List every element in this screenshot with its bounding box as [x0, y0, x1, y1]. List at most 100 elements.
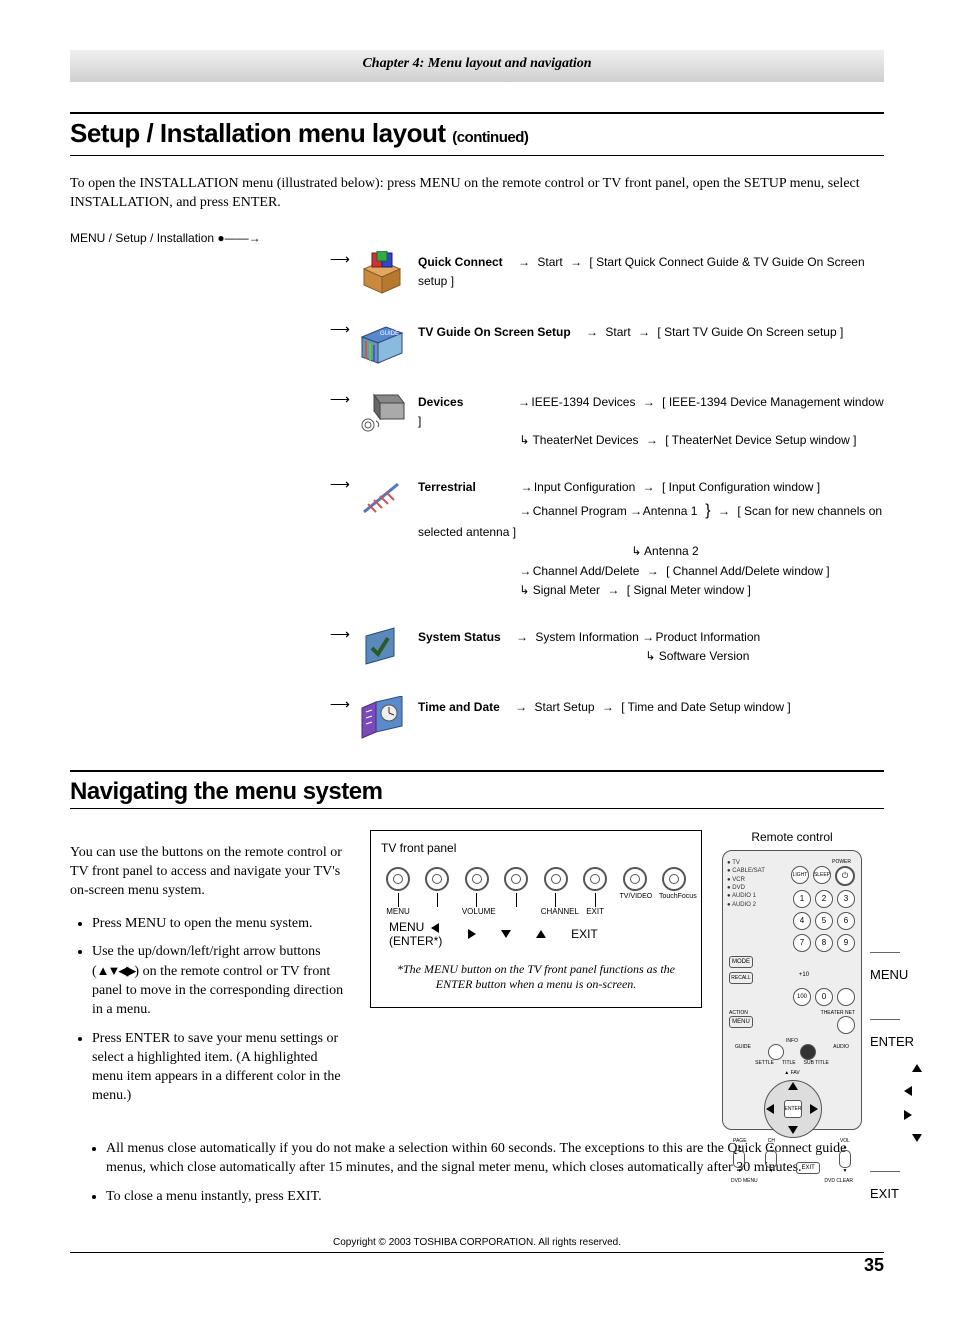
arrow-icon: → — [515, 698, 527, 717]
settle-label: SETTLE — [755, 1060, 774, 1066]
devices-icon — [358, 391, 418, 435]
timedate-start: Start Setup — [535, 700, 595, 714]
list-item: Use the up/down/left/right arrow buttons… — [92, 943, 350, 1020]
arrow-buttons-icon: ▲▼◀▶ — [97, 963, 135, 978]
nav-intro: You can use the buttons on the remote co… — [70, 844, 350, 901]
arrow-icon: → — [638, 323, 650, 342]
sleep-button: SLEEP — [813, 866, 831, 884]
num-button: 8 — [815, 934, 833, 952]
remote-side-labels: ● TV ● CABLE/SAT ● VCR ● DVD ● AUDIO 1 ●… — [727, 859, 765, 909]
nav-text-column: You can use the buttons on the remote co… — [70, 830, 350, 1130]
row-time-date: ⟶ Time and Date → Start Setup → [ Time a… — [70, 696, 884, 740]
tvguide-desc: [ Start TV Guide On Screen setup ] — [657, 325, 843, 339]
num-button: 9 — [837, 934, 855, 952]
arrow-icon: → — [643, 393, 655, 412]
arrow-right-icon: ⟶ — [330, 626, 350, 643]
knob-label: TV/VIDEO — [620, 893, 650, 900]
dpad-right-icon — [810, 1104, 818, 1114]
enter-button: ENTER — [784, 1100, 802, 1118]
arrow-icon: → — [718, 502, 730, 521]
arrow-icon: → — [570, 253, 582, 272]
devices-theater: TheaterNet Devices — [532, 433, 638, 447]
exit-button: EXIT — [796, 1162, 820, 1174]
quick-connect-label: Quick Connect — [418, 253, 503, 272]
status-label: System Status — [418, 628, 501, 647]
triangle-right-icon — [904, 1110, 912, 1120]
branch-icon: → — [518, 393, 528, 412]
branch-icon: → — [642, 628, 652, 647]
timedate-desc: [ Time and Date Setup window ] — [621, 700, 790, 714]
status-product-info: Product Information — [655, 630, 760, 644]
arrow-icon: → — [516, 628, 528, 647]
branch-end-icon: ↳ — [519, 581, 529, 600]
channel-knob — [544, 867, 568, 891]
arrow-icon: → — [586, 323, 598, 342]
page-title: Setup / Installation menu layout (contin… — [70, 112, 884, 149]
arrow-icon: → — [602, 698, 614, 717]
qc-start: Start — [537, 255, 562, 269]
remote-body: ● TV ● CABLE/SAT ● VCR ● DVD ● AUDIO 1 ●… — [722, 850, 862, 1130]
time-date-icon — [358, 696, 418, 740]
arrow-right-icon: ⟶ — [330, 321, 350, 338]
title-main: Setup / Installation menu layout — [70, 118, 452, 148]
channel-knob — [504, 867, 528, 891]
remote-title: Remote control — [722, 830, 862, 844]
devices-ieee: IEEE-1394 Devices — [531, 395, 635, 409]
tvguide-start: Start — [605, 325, 630, 339]
hundred-button: 100 — [793, 988, 811, 1006]
list-item: To close a menu instantly, press EXIT. — [106, 1188, 884, 1207]
arrow-icon: → — [607, 581, 619, 600]
section-rule — [70, 808, 884, 810]
triangle-down-icon — [912, 1134, 922, 1142]
recall-button: RECALL — [729, 972, 753, 984]
title-rule — [70, 155, 884, 157]
remote-diagram: Remote control ● TV ● CABLE/SAT ● VCR ● … — [722, 830, 862, 1130]
triangle-up-icon — [912, 1064, 922, 1072]
arrow-icon: → — [647, 562, 659, 581]
branch-icon: → — [519, 502, 529, 521]
mode-button: MODE — [729, 956, 753, 968]
num-button: 1 — [793, 890, 811, 908]
num-button: 4 — [793, 912, 811, 930]
terr-signal-meter-desc: [ Signal Meter window ] — [627, 583, 751, 597]
exit-knob — [583, 867, 607, 891]
terr-signal-meter: Signal Meter — [533, 583, 600, 597]
terr-add-delete-desc: [ Channel Add/Delete window ] — [666, 564, 829, 578]
branch-icon: → — [519, 562, 529, 581]
page-number: 35 — [70, 1252, 884, 1276]
status-sysinfo: System Information — [535, 630, 638, 644]
panel-menu-label: MENU — [389, 920, 424, 934]
terr-input-config-desc: [ Input Configuration window ] — [662, 480, 820, 494]
row-tv-guide: ⟶ GUIDE TV Guide On Screen Setup → Start… — [70, 321, 884, 365]
triangle-left-icon — [904, 1086, 912, 1096]
terrestrial-label: Terrestrial — [418, 478, 476, 497]
tvvideo-knob — [623, 867, 647, 891]
menu-button: MENU — [729, 1016, 753, 1028]
touchfocus-knob — [662, 867, 686, 891]
theater-button — [837, 1016, 855, 1034]
arrow-right-icon: ⟶ — [330, 251, 350, 268]
arrow-icon: → — [643, 478, 655, 497]
terr-ant1: Antenna 1 — [643, 504, 698, 518]
remote-callouts: MENU ENTER EXIT — [870, 920, 922, 1206]
guide-label: GUIDE — [735, 1044, 751, 1060]
power-button: ⏻ — [835, 866, 855, 886]
volume-knob — [465, 867, 489, 891]
list-item: Press MENU to open the menu system. — [92, 915, 350, 934]
blank-button — [837, 988, 855, 1006]
knob-label: TouchFocus — [659, 893, 689, 900]
branch-end-icon: ↳ — [631, 542, 641, 561]
branch-icon: → — [630, 502, 640, 521]
num-button: 6 — [837, 912, 855, 930]
menu-knob — [386, 867, 410, 891]
row-terrestrial: ⟶ Terrestrial → Input Configuration → [ … — [70, 476, 884, 600]
callout-enter: ENTER — [870, 1034, 914, 1049]
menu-diagram: ⟶ Quick Connect → Start → [ Start Quick … — [70, 251, 884, 740]
dvdclear-label: DVD CLEAR — [824, 1178, 853, 1184]
row-system-status: ⟶ System Status → System Information → P… — [70, 626, 884, 670]
copyright: Copyright © 2003 TOSHIBA CORPORATION. Al… — [70, 1237, 884, 1248]
triangle-left-icon — [431, 923, 439, 933]
terr-add-delete: Channel Add/Delete — [533, 564, 640, 578]
num-button: 0 — [815, 988, 833, 1006]
vol-label: VOL▲▼ — [839, 1138, 851, 1174]
